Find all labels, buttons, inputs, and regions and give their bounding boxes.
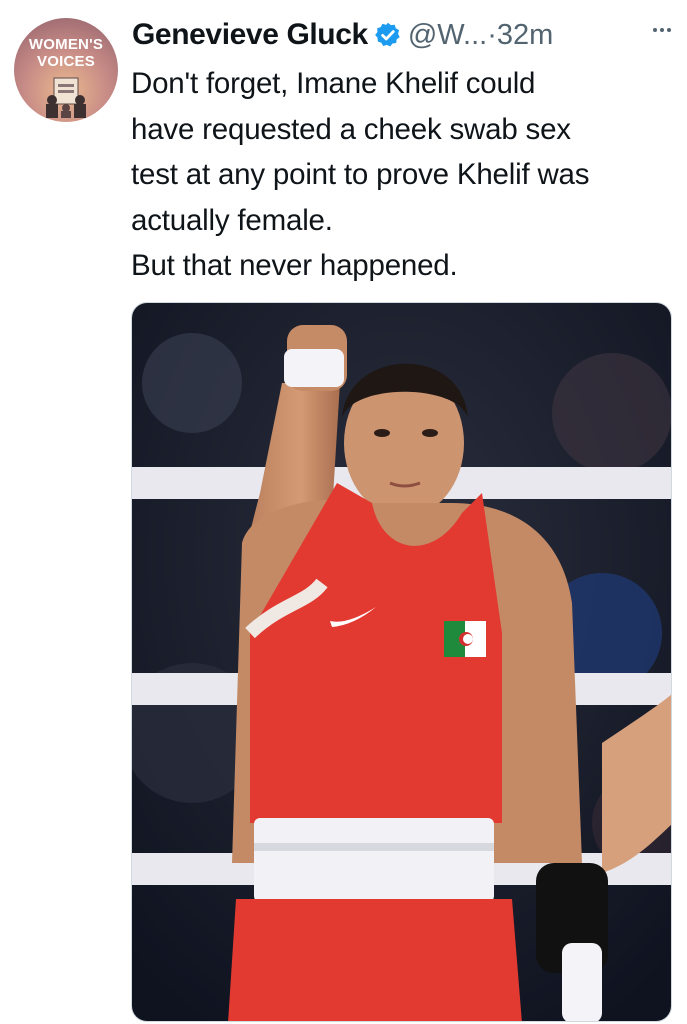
logo-line-2: VOICES [37,53,95,70]
tweet-text: Don't forget, Imane Khelif could have re… [131,61,679,289]
tweet-text-line: actually female. [131,203,333,237]
timestamp[interactable]: 32m [497,19,553,52]
more-options-icon[interactable] [647,20,677,40]
tweet-text-line: But that never happened. [131,249,458,283]
womens-voices-logo-art [46,77,86,118]
boxer-photo [132,303,671,1021]
tweet-header: Genevieve Gluck @W... · 32m [132,12,677,58]
avatar[interactable]: WOMEN'S VOICES [14,18,118,122]
tweet-text-line: have requested a cheek swab sex [131,112,571,146]
tweet-photo[interactable] [131,302,672,1022]
separator-dot: · [487,18,497,51]
tweet-text-line: test at any point to prove Khelif was [131,158,590,192]
author-name[interactable]: Genevieve Gluck [132,18,368,52]
logo-line-1: WOMEN'S [28,36,104,53]
verified-badge-icon[interactable] [374,21,402,49]
womens-voices-logo: WOMEN'S VOICES [14,36,118,70]
author-handle[interactable]: @W... [408,19,487,52]
tweet-text-line: Don't forget, Imane Khelif could [131,67,536,100]
